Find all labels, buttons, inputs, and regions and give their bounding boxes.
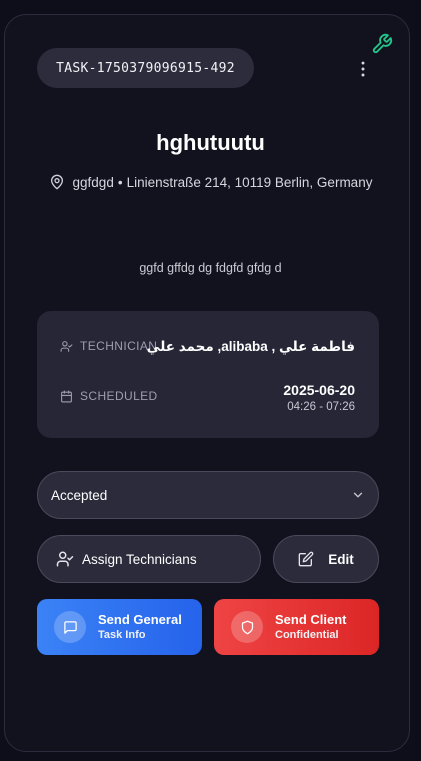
assign-technicians-label: Assign Technicians — [82, 551, 197, 567]
calendar-icon — [61, 390, 72, 402]
technician-label-row: TECHNICIAN — [60, 339, 157, 353]
task-title: hghutuutu — [156, 130, 265, 155]
scheduled-label-row: SCHEDULED — [60, 389, 158, 403]
send-general-subtitle: Task Info — [98, 628, 146, 641]
edit-button[interactable]: Edit — [273, 535, 379, 583]
task-id-badge: TASK-1750379096915-492 — [37, 48, 254, 88]
message-square-icon — [63, 620, 77, 634]
send-general-title: Send General — [98, 611, 182, 627]
technician-names: فاطمة علي , alibaba, محمد علي — [146, 339, 355, 354]
send-general-icon-wrap — [54, 611, 86, 643]
send-client-icon-wrap — [231, 611, 263, 643]
task-location: ggfdgd • Linienstraße 214, 10119 Berlin,… — [0, 174, 421, 190]
wrench-icon[interactable] — [371, 33, 393, 55]
location-address: Linienstraße 214, 10119 Berlin, Germany — [126, 174, 373, 190]
assign-technicians-button[interactable]: Assign Technicians — [37, 535, 261, 583]
user-check-icon — [60, 340, 73, 352]
shield-icon — [241, 620, 253, 634]
task-info-panel: TECHNICIAN فاطمة علي , alibaba, محمد علي… — [37, 311, 379, 438]
more-vertical-icon[interactable] — [352, 58, 374, 80]
status-selected-value: Accepted — [51, 487, 108, 503]
location-separator: • — [117, 174, 123, 190]
task-description: ggfd gffdg dg fdgfd gfdg d — [139, 261, 282, 275]
edit-icon — [298, 551, 314, 567]
send-client-title: Send Client — [275, 611, 347, 627]
status-select[interactable]: Accepted — [37, 471, 379, 519]
scheduled-date: 2025-06-20 — [283, 382, 355, 398]
scheduled-time: 04:26 - 07:26 — [287, 401, 355, 413]
send-general-button[interactable]: Send General Task Info — [37, 599, 202, 655]
location-name: ggfdgd — [72, 174, 114, 190]
user-check-icon — [56, 551, 74, 567]
send-client-subtitle: Confidential — [275, 628, 339, 641]
send-client-button[interactable]: Send Client Confidential — [214, 599, 379, 655]
edit-label: Edit — [328, 551, 354, 567]
chevron-down-icon — [353, 492, 363, 498]
map-pin-icon — [49, 174, 65, 190]
scheduled-label: SCHEDULED — [80, 389, 158, 403]
